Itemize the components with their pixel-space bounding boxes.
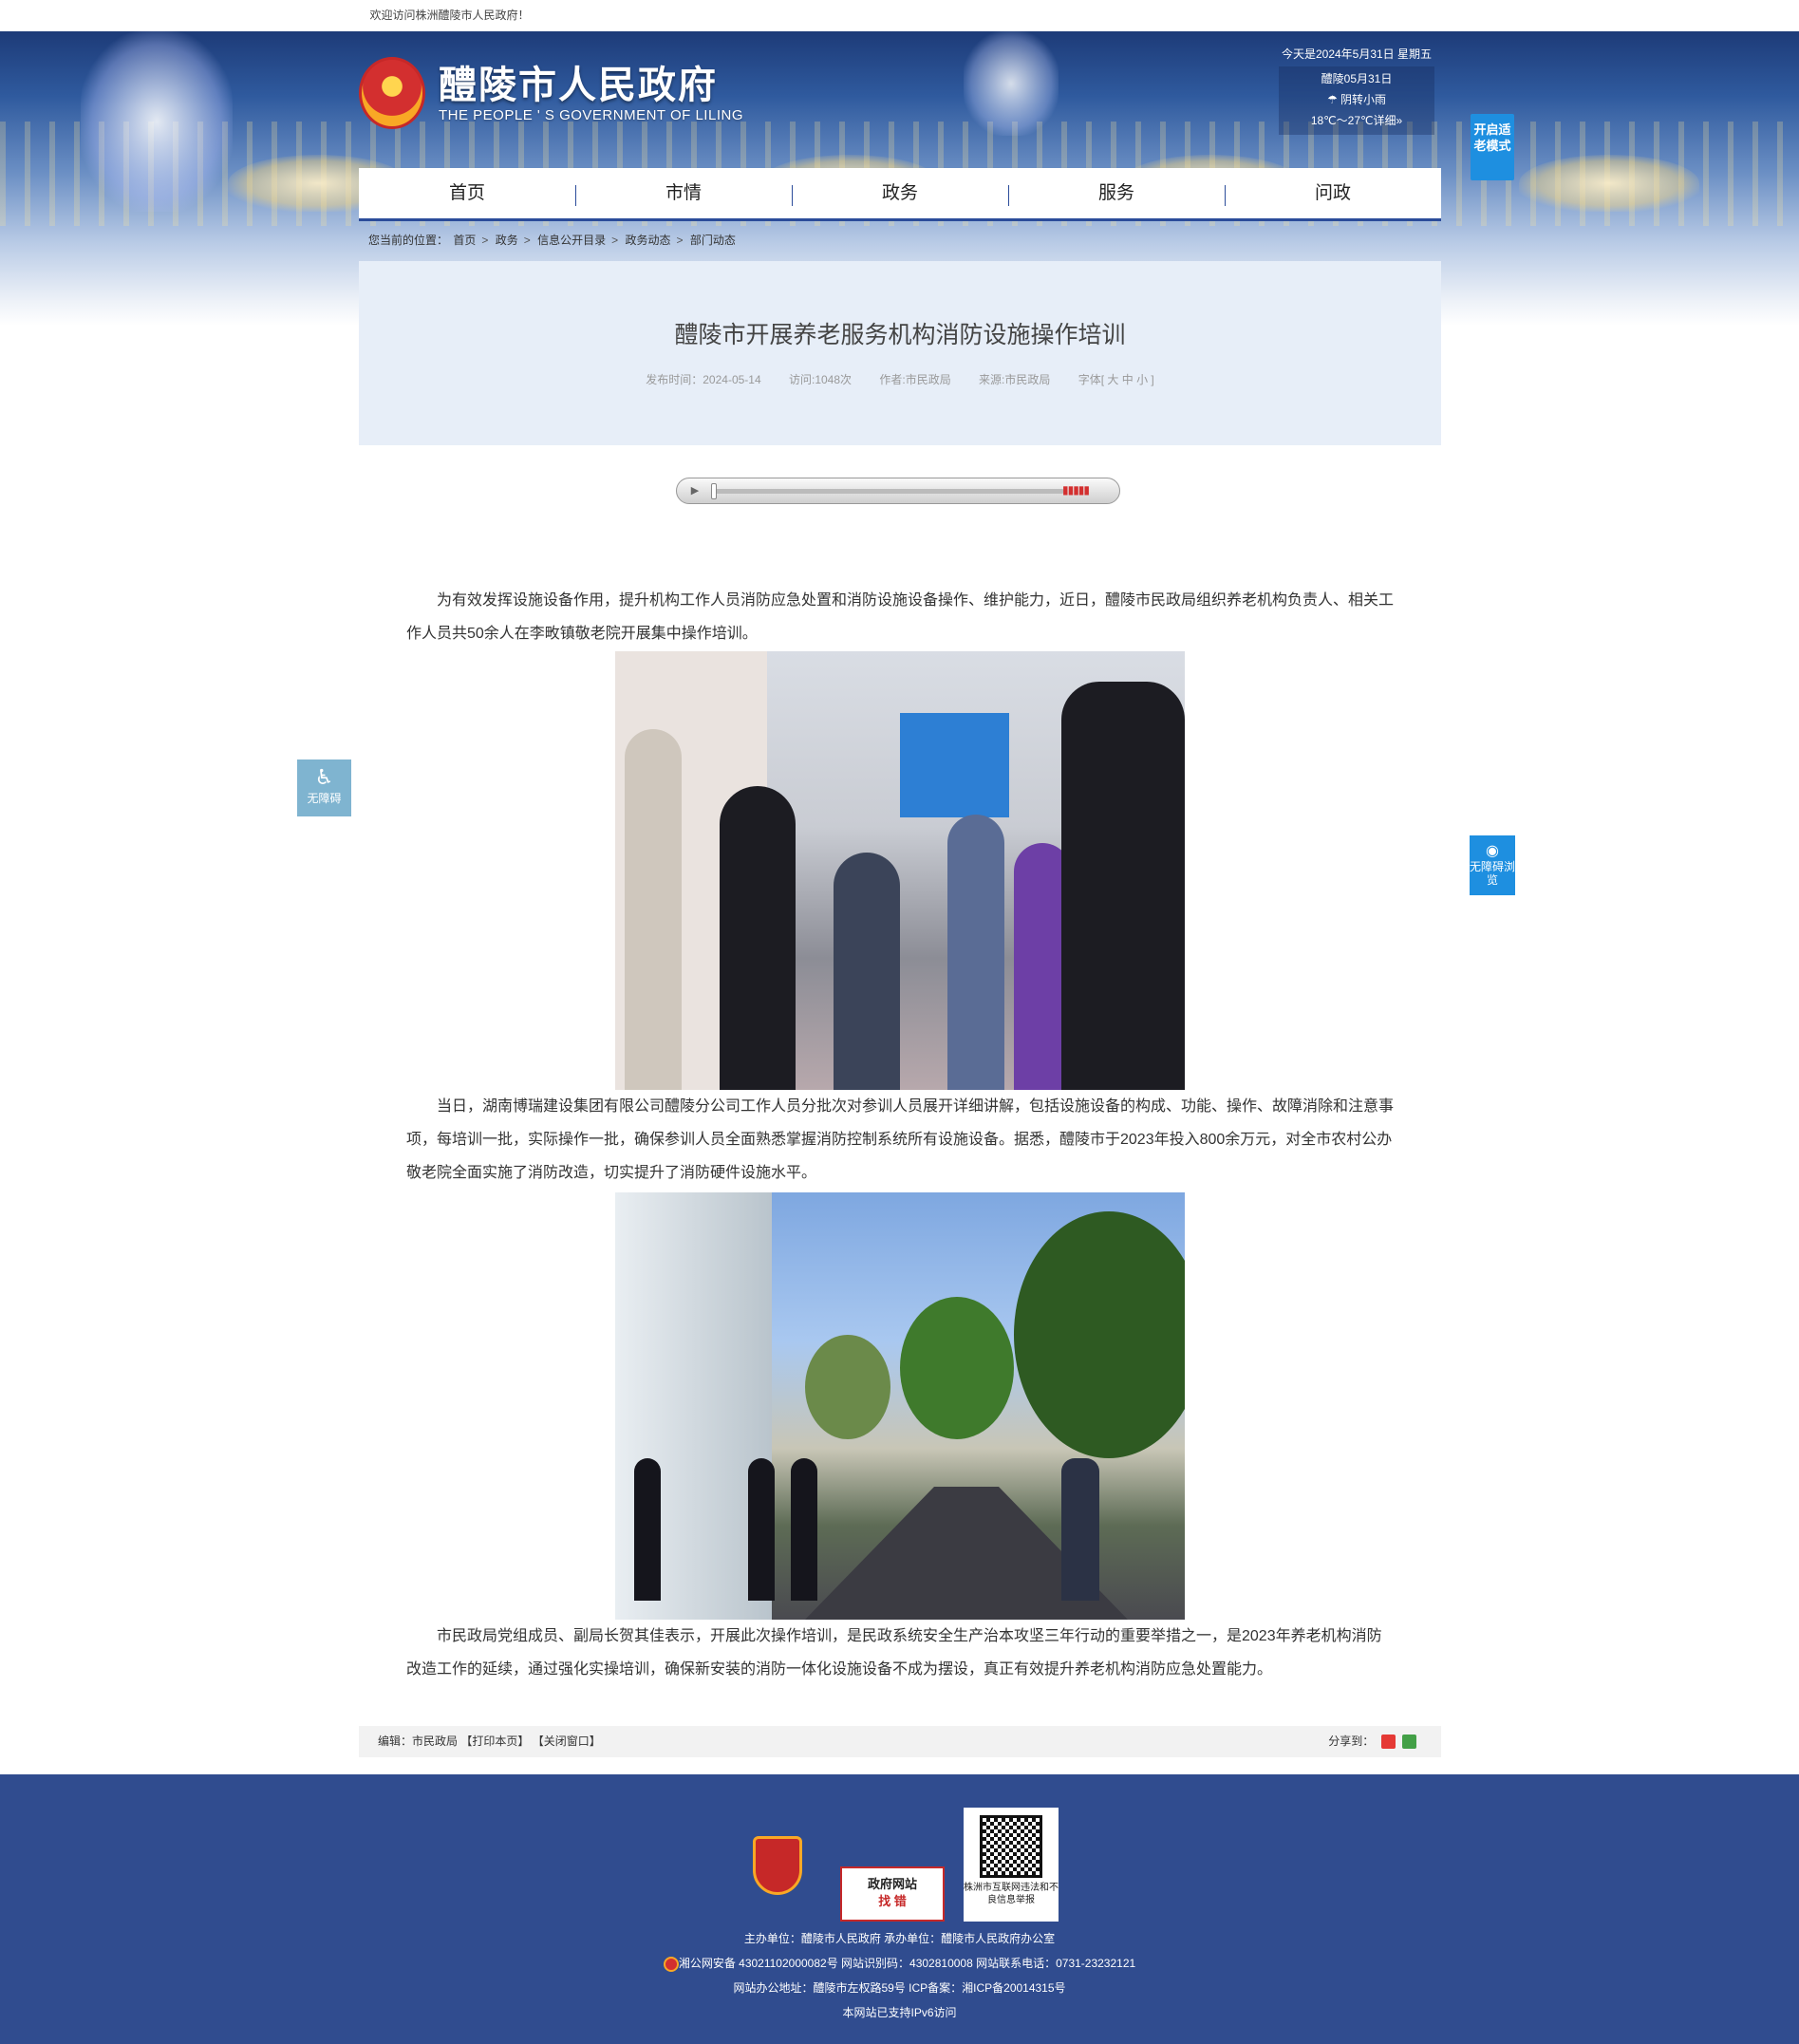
site-footer: 政府网站 找 错 株洲市互联网违法和不良信息举报 主办单位：醴陵市人民政府 承办…	[0, 1774, 1799, 2044]
publish-date: 发布时间：2024-05-14	[646, 373, 761, 386]
nav-home[interactable]: 首页	[359, 168, 575, 218]
article-title: 醴陵市开展养老服务机构消防设施操作培训	[674, 322, 1126, 348]
play-icon[interactable]: ▶	[684, 483, 705, 498]
qr-code-icon	[980, 1815, 1042, 1878]
weather-condition: 阴转小雨	[1340, 93, 1387, 106]
elder-mode-button[interactable]: 开启适老模式	[1471, 114, 1514, 180]
party-gov-badge[interactable]	[753, 1836, 802, 1895]
police-badge-icon	[663, 1956, 679, 1972]
article-meta: 发布时间：2024-05-14 访问:1048次 作者:市民政局 来源:市民政局…	[359, 371, 1441, 387]
weather-temp[interactable]: 18℃～27℃详细»	[1279, 110, 1434, 131]
weibo-share-icon[interactable]	[1380, 1735, 1396, 1750]
breadcrumb-item[interactable]: 部门动态	[690, 234, 736, 247]
wheelchair-icon: ♿	[314, 765, 334, 789]
main-nav: 首页 市情 政务 服务 问政	[359, 168, 1441, 221]
breadcrumb: 您当前的位置： 首页 > 政务 > 信息公开目录 > 政务动态 > 部门动态	[368, 234, 736, 247]
welcome-text: 欢迎访问株洲醴陵市人民政府！	[369, 9, 530, 22]
wechat-share-icon[interactable]	[1402, 1735, 1416, 1750]
article-header: 醴陵市开展养老服务机构消防设施操作培训 发布时间：2024-05-14 访问:1…	[359, 261, 1441, 445]
lunar-date: 醴陵05月31日	[1321, 72, 1393, 85]
footer-registration: 湘公网安备 43021102000082号 网站识别码：4302810008 网…	[678, 1957, 1136, 1970]
footer-organizer: 主办单位：醴陵市人民政府 承办单位：醴陵市人民政府办公室	[743, 1932, 1056, 1945]
nav-inquiry[interactable]: 问政	[1225, 168, 1441, 218]
accessibility-browse-button[interactable]: ◉ 无障碍浏览	[1470, 835, 1515, 895]
footer-address: 网站办公地址：醴陵市左权路59号 ICP备案：湘ICP备20014315号	[733, 1981, 1066, 1995]
training-photo-outdoor	[615, 1192, 1185, 1620]
tower-center	[964, 31, 1059, 136]
audio-player: ▶ ▮▮▮▮▮	[676, 478, 1120, 504]
today-date: 今天是2024年5月31日 星期五	[1281, 47, 1433, 61]
nav-city-info[interactable]: 市情	[575, 168, 792, 218]
paragraph-2: 当日，湖南博瑞建设集团有限公司醴陵分公司工作人员分批次对参训人员展开详细讲解，包…	[406, 1098, 1395, 1181]
breadcrumb-item[interactable]: 首页	[453, 234, 476, 247]
nav-service[interactable]: 服务	[1008, 168, 1225, 218]
gov-site-error-report[interactable]: 政府网站 找 错	[840, 1866, 945, 1922]
breadcrumb-item[interactable]: 政务	[496, 234, 518, 247]
dome-4	[1519, 155, 1699, 212]
breadcrumb-prefix: 您当前的位置：	[368, 234, 449, 247]
close-window-link[interactable]: 【关闭窗口】	[533, 1735, 601, 1748]
progress-track[interactable]	[711, 489, 1064, 494]
article-author: 作者:市民政局	[879, 373, 951, 386]
site-title: 醴陵市人民政府	[439, 64, 718, 106]
top-bar: 欢迎访问株洲醴陵市人民政府！	[0, 0, 1799, 31]
report-qr-code[interactable]: 株洲市互联网违法和不良信息举报	[964, 1808, 1059, 1922]
footer-ipv6: 本网站已支持IPv6访问	[842, 2006, 957, 2019]
progress-handle[interactable]	[711, 483, 717, 499]
visit-count: 访问:1048次	[788, 373, 853, 386]
weather-panel: 今天是2024年5月31日 星期五 醴陵05月31日 ☂ 阴转小雨 18℃～27…	[1279, 44, 1434, 135]
volume-icon[interactable]: ▮▮▮▮▮	[1062, 483, 1090, 497]
site-logo[interactable]: 醴陵市人民政府 THE PEOPLE ' S GOVERNMENT OF LIL…	[359, 57, 743, 129]
rain-cloud-icon: ☂	[1326, 93, 1338, 106]
font-size-switch[interactable]: 字体[ 大 中 小 ]	[1078, 373, 1154, 386]
eye-icon: ◉	[1486, 843, 1499, 859]
paragraph-1: 为有效发挥设施设备作用，提升机构工作人员消防应急处置和消防设施设备操作、维护能力…	[406, 592, 1395, 642]
article-source: 来源:市民政局	[979, 373, 1051, 386]
breadcrumb-item[interactable]: 信息公开目录	[537, 234, 606, 247]
training-photo-indoor	[615, 651, 1185, 1090]
print-link[interactable]: 【打印本页】	[460, 1735, 529, 1748]
breadcrumb-item[interactable]: 政务动态	[625, 234, 670, 247]
paragraph-3: 市民政局党组成员、副局长贺其佳表示，开展此次操作培训，是民政系统安全生产治本攻坚…	[406, 1628, 1382, 1678]
nav-government[interactable]: 政务	[792, 168, 1008, 218]
editor-label: 编辑：市民政局	[378, 1735, 459, 1748]
fire-hydrant-box	[900, 713, 1009, 817]
article-body: 为有效发挥设施设备作用，提升机构工作人员消防应急处置和消防设施设备操作、维护能力…	[406, 584, 1394, 1686]
tower-left	[81, 31, 233, 212]
share-label: 分享到：	[1328, 1735, 1375, 1748]
accessibility-button-left[interactable]: ♿ 无障碍	[297, 759, 351, 816]
article-footer-bar: 编辑：市民政局 【打印本页】 【关闭窗口】 分享到：	[359, 1726, 1441, 1757]
site-subtitle: THE PEOPLE ' S GOVERNMENT OF LILING	[439, 106, 743, 123]
national-emblem-icon	[359, 57, 425, 129]
